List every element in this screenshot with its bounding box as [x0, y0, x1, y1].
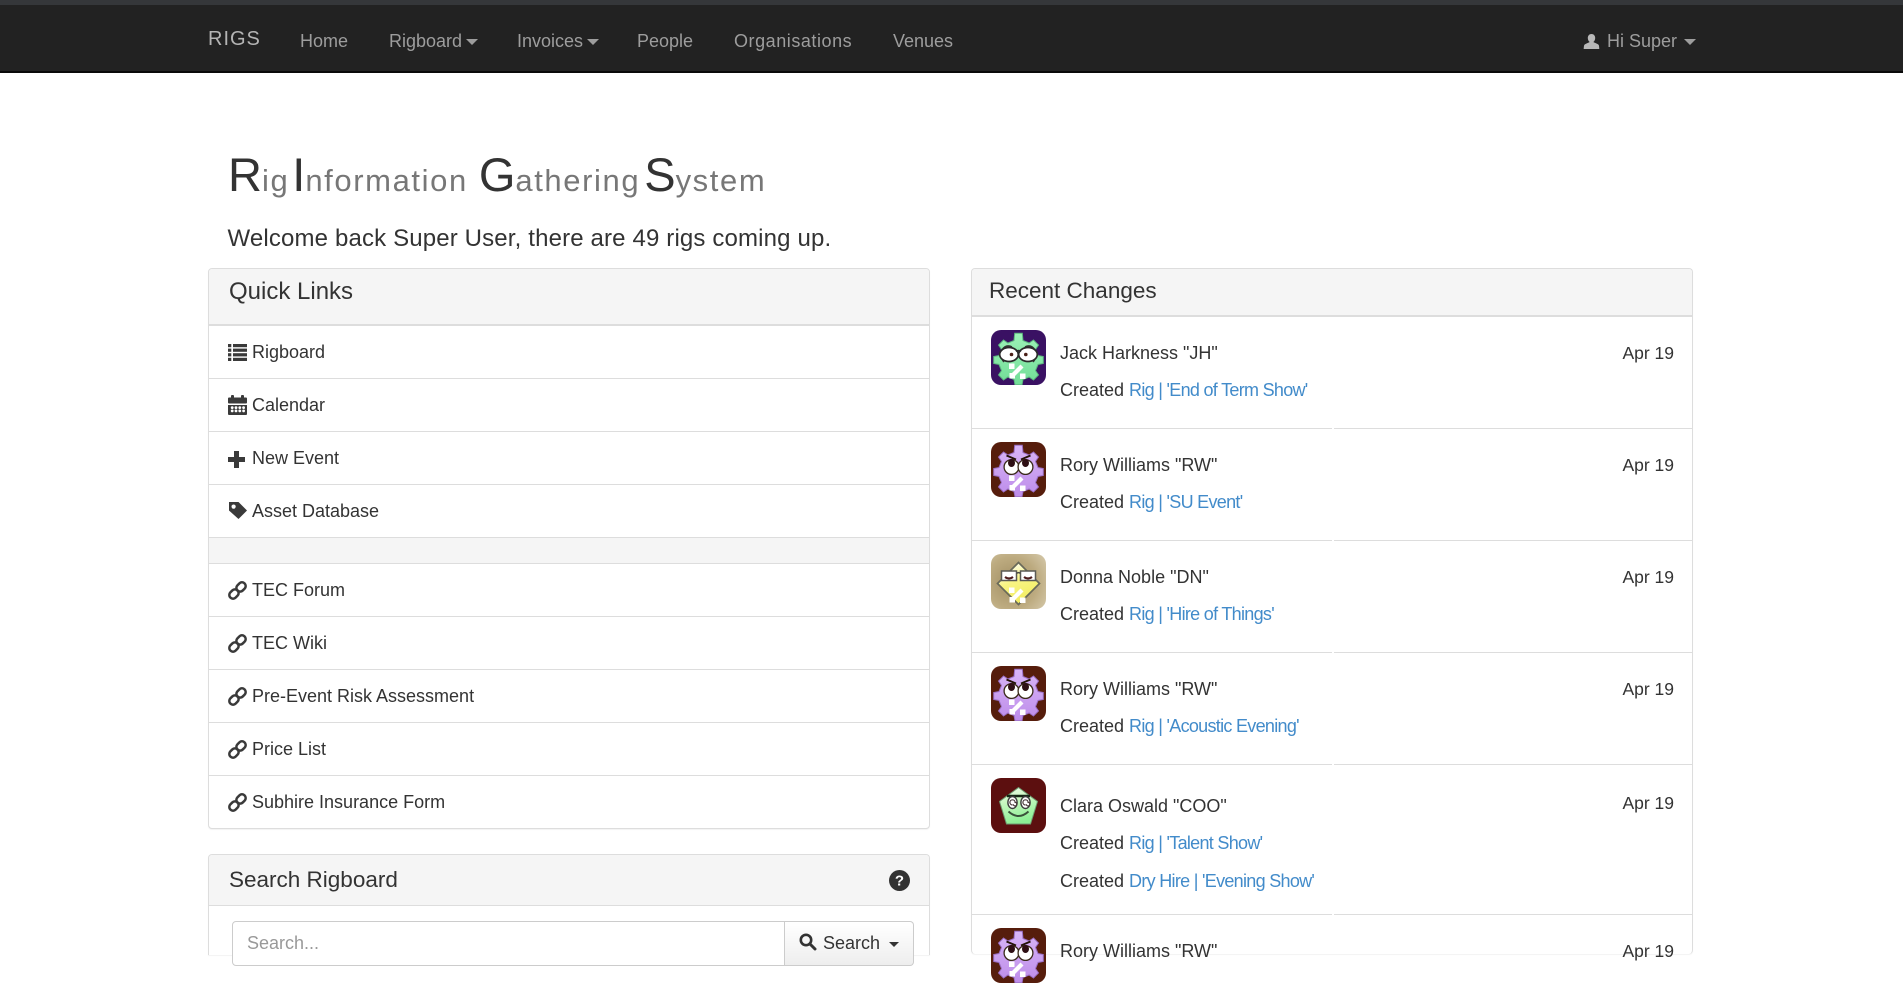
svg-text:?: ?: [895, 873, 904, 890]
